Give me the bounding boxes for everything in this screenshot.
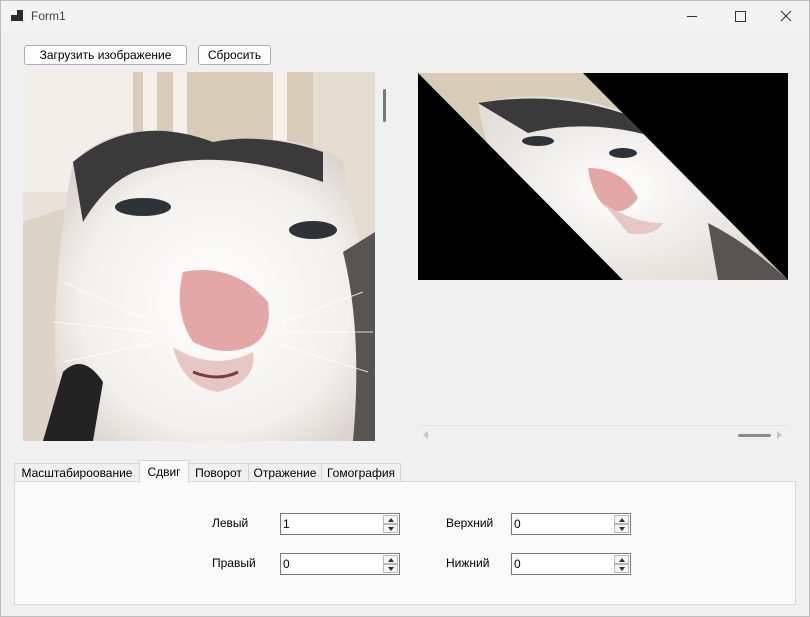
increment-button[interactable] xyxy=(383,515,398,524)
window-title: Form1 xyxy=(31,9,66,23)
app-icon xyxy=(11,10,23,22)
maximize-button[interactable] xyxy=(717,1,763,31)
increment-button[interactable] xyxy=(614,515,629,524)
decrement-button[interactable] xyxy=(383,564,398,573)
tab-scale[interactable]: Масштабироование xyxy=(14,463,140,482)
tab-reflect[interactable]: Отражение xyxy=(248,463,322,482)
close-icon xyxy=(780,10,792,22)
title-bar[interactable]: Form1 xyxy=(1,1,809,31)
right-shear-value: 0 xyxy=(283,557,290,571)
main-window: Form1 Загрузить изображение Сбросить Мас… xyxy=(0,0,810,617)
right-label: Правый xyxy=(212,556,256,570)
left-label: Левый xyxy=(212,516,249,530)
reset-button[interactable]: Сбросить xyxy=(198,45,271,65)
source-image xyxy=(23,72,375,441)
top-shear-input[interactable]: 0 xyxy=(511,513,631,535)
minimize-icon xyxy=(687,15,697,17)
decrement-button[interactable] xyxy=(614,524,629,533)
chevron-right-icon[interactable] xyxy=(777,431,782,439)
left-shear-input[interactable]: 1 xyxy=(280,513,400,535)
bottom-shear-value: 0 xyxy=(514,557,521,571)
horizontal-scrollbar[interactable] xyxy=(419,425,788,443)
left-shear-value: 1 xyxy=(283,517,290,531)
decrement-button[interactable] xyxy=(383,524,398,533)
decrement-button[interactable] xyxy=(614,564,629,573)
maximize-icon xyxy=(734,10,746,22)
load-image-button[interactable]: Загрузить изображение xyxy=(24,45,187,65)
scrollbar-thumb[interactable] xyxy=(738,434,771,437)
tab-homography[interactable]: Гомография xyxy=(321,463,401,482)
bottom-shear-input[interactable]: 0 xyxy=(511,553,631,575)
increment-button[interactable] xyxy=(383,555,398,564)
chevron-left-icon[interactable] xyxy=(423,431,428,439)
top-label: Верхний xyxy=(446,516,494,530)
tab-shear[interactable]: Сдвиг xyxy=(139,460,189,483)
tab-rotate[interactable]: Поворот xyxy=(188,463,249,482)
bottom-label: Нижний xyxy=(446,556,490,570)
minimize-button[interactable] xyxy=(669,1,715,31)
shear-tab-page: Левый 1 Правый 0 Верхний 0 Нижний 0 xyxy=(14,481,796,605)
increment-button[interactable] xyxy=(614,555,629,564)
right-shear-input[interactable]: 0 xyxy=(280,553,400,575)
result-image xyxy=(418,73,788,280)
close-button[interactable] xyxy=(763,1,809,31)
top-shear-value: 0 xyxy=(514,517,521,531)
vertical-scrollbar[interactable] xyxy=(383,89,386,122)
